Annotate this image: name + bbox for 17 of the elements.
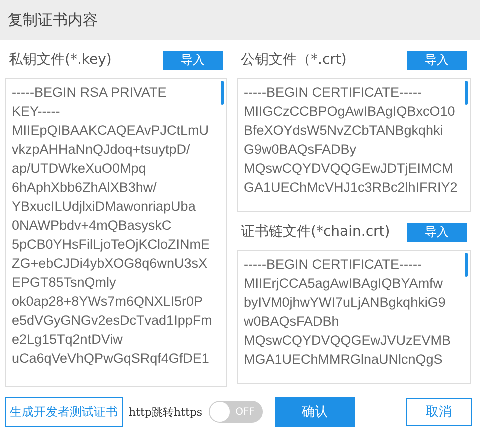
private-key-label: 私钥文件(*.key) (9, 51, 112, 69)
scrollbar-thumb[interactable] (465, 253, 468, 277)
import-button[interactable]: 导入 (163, 50, 223, 70)
redirect-label: http跳转https (129, 404, 203, 420)
chain-field[interactable]: -----BEGIN CERTIFICATE----- MIIErjCCA5agAwIBAgIQBYAmfw byIVM0jhwYWI7uLjANBgkqhkiG9 w0BAQsFADBh MQswCQYDVQQGEwJVUzEVMB MGA1UEChMMRGlnaUNlcnQgS (237, 250, 471, 384)
window-title: 复制证书内容 (8, 10, 98, 30)
scrollbar-thumb[interactable] (465, 81, 468, 105)
public-key-label: 公钥文件（*.crt) (241, 51, 347, 69)
scrollbar-thumb[interactable] (221, 81, 224, 105)
public-key-field[interactable]: -----BEGIN CERTIFICATE----- MIIGCzCCBPOgAwIBAgIQBxcO10 BfeXOYdsW5NvZCbTANBgkqhki G9w0BAQsFADBy MQswCQYDVQQGEwJDTjEIMCM GA1UEChMcVHJ1c3RBc2lhIFRIY2 (237, 78, 471, 212)
import-button[interactable]: 导入 (407, 222, 467, 242)
confirm-button[interactable]: 确认 (274, 397, 355, 427)
import-button[interactable]: 导入 (407, 50, 467, 70)
cancel-button[interactable]: 取消 (406, 398, 472, 426)
private-key-field[interactable]: -----BEGIN RSA PRIVATE KEY----- MIIEpQIBAAKCAQEAvPJCtLmU vkzpAHHaNnQJdoq+tsuytpD/ ap/UTDWkeXuO0Mpq 6hAphXbb6ZhAlXB3hw/ YBxucILUdjlxiDMawonriapUba 0NAWPbdv+4mQBasyskC 5pCB0YHsFilLjoTeOjKCloZINmE ZG+ebCJDi4ybXOG8q6wnU3sX EPGT85TsnQmly ok0ap28+8YWs7m6QNXLI5r0P e5dVGyGNGv2esDcTvad1IppFm e2Lg15Tq2ntDViw uCa6qVeVhQPwGqSRqf4GfDE1 (5, 78, 227, 387)
chain-label: 证书链文件(*chain.crt) (241, 223, 390, 241)
generate-test-certificate-button[interactable]: 生成开发者测试证书 (5, 397, 123, 427)
